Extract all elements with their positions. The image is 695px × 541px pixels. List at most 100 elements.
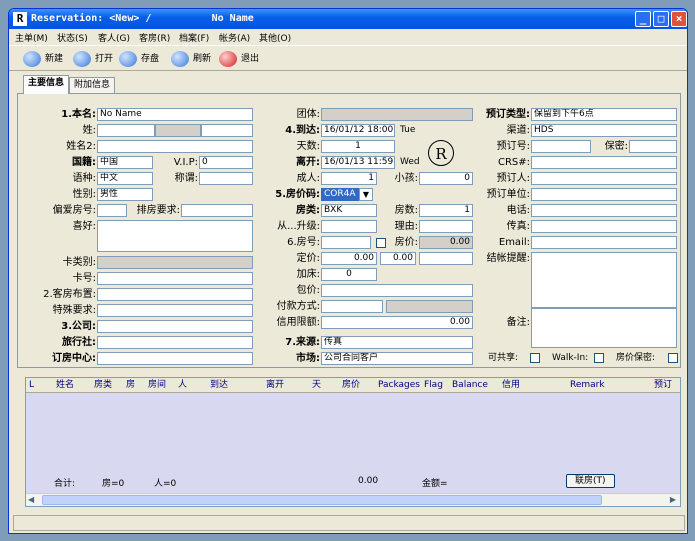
salutation-field[interactable] [199, 172, 253, 185]
col-header[interactable]: 天 [312, 379, 321, 392]
rooms-field[interactable]: 1 [419, 204, 473, 217]
language-field[interactable]: 中文 [97, 172, 153, 185]
days-field[interactable]: 1 [321, 140, 395, 153]
payment-field[interactable] [321, 300, 383, 313]
menu-file[interactable]: 档案(F) [179, 31, 209, 44]
col-header[interactable]: Flag [424, 379, 443, 392]
col-header[interactable]: 预订 [654, 379, 672, 392]
card-no-field[interactable] [97, 272, 253, 285]
fixed-price-field[interactable]: 0.00 [321, 252, 377, 265]
arrive-field[interactable]: 16/01/12 18:00 [321, 124, 395, 137]
adult-field[interactable]: 1 [321, 172, 377, 185]
child-field[interactable]: 0 [419, 172, 473, 185]
room-price-field[interactable]: 0.00 [419, 236, 473, 249]
scroll-left-icon[interactable]: ◀ [28, 495, 34, 504]
save-button[interactable]: 存盘 [119, 50, 159, 68]
email-field[interactable] [531, 236, 677, 249]
col-header[interactable]: 房类 [94, 379, 112, 392]
room-no-field[interactable] [321, 236, 371, 249]
room-layout-field[interactable] [97, 288, 253, 301]
surname-middle-field[interactable] [155, 124, 201, 137]
col-header[interactable]: 到达 [210, 379, 228, 392]
fax-field[interactable] [531, 220, 677, 233]
upgrade-field[interactable] [321, 220, 377, 233]
remark-field[interactable] [531, 308, 677, 348]
guest-grid[interactable]: L 姓名 房类 房 房间 人 到达 离开 天 房价 Packages Flag … [25, 377, 681, 507]
col-header[interactable]: L [29, 379, 34, 392]
nationality-field[interactable]: 中国 [97, 156, 153, 169]
col-header[interactable]: 信用 [502, 379, 520, 392]
payment-detail-field[interactable] [386, 300, 473, 313]
shareable-checkbox[interactable] [530, 353, 540, 363]
room-type-field[interactable]: BXK [321, 204, 377, 217]
company-field[interactable] [97, 320, 253, 333]
menu-room[interactable]: 客房(R) [139, 31, 170, 44]
scroll-right-icon[interactable]: ▶ [670, 495, 676, 504]
crs-field[interactable] [531, 156, 677, 169]
room-price-checkbox[interactable] [376, 238, 386, 248]
col-header[interactable]: 房 [126, 379, 135, 392]
col-header[interactable]: 房间 [148, 379, 166, 392]
menu-guest[interactable]: 客人(G) [98, 31, 130, 44]
close-button[interactable]: × [671, 11, 687, 27]
open-button[interactable]: 打开 [73, 50, 113, 68]
col-header[interactable]: 人 [178, 379, 187, 392]
col-header[interactable]: Balance [452, 379, 488, 392]
name-field[interactable]: No Name [97, 108, 253, 121]
menu-account[interactable]: 帐务(A) [219, 31, 250, 44]
channel-field[interactable]: HDS [531, 124, 677, 137]
extra-bed-field[interactable]: 0 [321, 268, 377, 281]
group-field[interactable] [321, 108, 473, 121]
source-field[interactable]: 传真 [321, 336, 473, 349]
col-header[interactable]: Packages [378, 379, 420, 392]
exit-button[interactable]: 退出 [219, 50, 259, 68]
reason-field[interactable] [419, 220, 473, 233]
col-header[interactable]: 离开 [266, 379, 284, 392]
price-secret-checkbox[interactable] [668, 353, 678, 363]
booking-center-field[interactable] [97, 352, 253, 365]
col-header[interactable]: Remark [570, 379, 605, 392]
new-button[interactable]: 新建 [23, 50, 63, 68]
depart-field[interactable]: 16/01/13 11:59 [321, 156, 395, 169]
reservation-no-field[interactable] [531, 140, 591, 153]
scroll-thumb[interactable] [42, 495, 602, 505]
booker-field[interactable] [531, 172, 677, 185]
col-header[interactable]: 姓名 [56, 379, 74, 392]
secret-field[interactable] [629, 140, 677, 153]
refresh-button[interactable]: 刷新 [171, 50, 211, 68]
minimize-button[interactable]: _ [635, 11, 651, 27]
booking-unit-field[interactable] [531, 188, 677, 201]
givenname-field[interactable] [201, 124, 253, 137]
chevron-down-icon[interactable]: ▼ [359, 188, 373, 201]
walkin-checkbox[interactable] [594, 353, 604, 363]
menu-other[interactable]: 其他(O) [259, 31, 291, 44]
vip-field[interactable]: 0 [199, 156, 253, 169]
col-header[interactable]: 房价 [342, 379, 360, 392]
card-type-field[interactable] [97, 256, 253, 269]
checkout-reminder-field[interactable] [531, 252, 677, 308]
agency-field[interactable] [97, 336, 253, 349]
link-rooms-button[interactable]: 联房(T) [566, 474, 615, 488]
preferred-room-field[interactable] [97, 204, 127, 217]
phone-field[interactable] [531, 204, 677, 217]
fixed-price-field-2[interactable]: 0.00 [380, 252, 416, 265]
fixed-price-field-3[interactable] [419, 252, 473, 265]
rate-code-select[interactable]: COR4A [321, 188, 359, 201]
sex-field[interactable]: 男性 [97, 188, 153, 201]
tab-extra-info[interactable]: 附加信息 [69, 77, 116, 93]
maximize-button[interactable]: □ [653, 11, 669, 27]
reservation-type-field[interactable]: 保留到下午6点 [531, 108, 677, 121]
tab-main-info[interactable]: 主要信息 [23, 75, 70, 94]
horizontal-scrollbar[interactable]: ◀ ▶ [26, 493, 680, 506]
room-request-field[interactable] [181, 204, 253, 217]
special-request-field[interactable] [97, 304, 253, 317]
hobby-field[interactable] [97, 220, 253, 252]
market-field[interactable]: 公司合同客户 [321, 352, 473, 365]
credit-limit-field[interactable]: 0.00 [321, 316, 473, 329]
name2-field[interactable] [97, 140, 253, 153]
package-field[interactable] [321, 284, 473, 297]
menu-main[interactable]: 主单(M) [15, 31, 48, 44]
surname-field[interactable] [97, 124, 155, 137]
title-bar[interactable]: R Reservation: <New> / No Name _ □ × [9, 9, 687, 29]
menu-status[interactable]: 状态(S) [57, 31, 88, 44]
